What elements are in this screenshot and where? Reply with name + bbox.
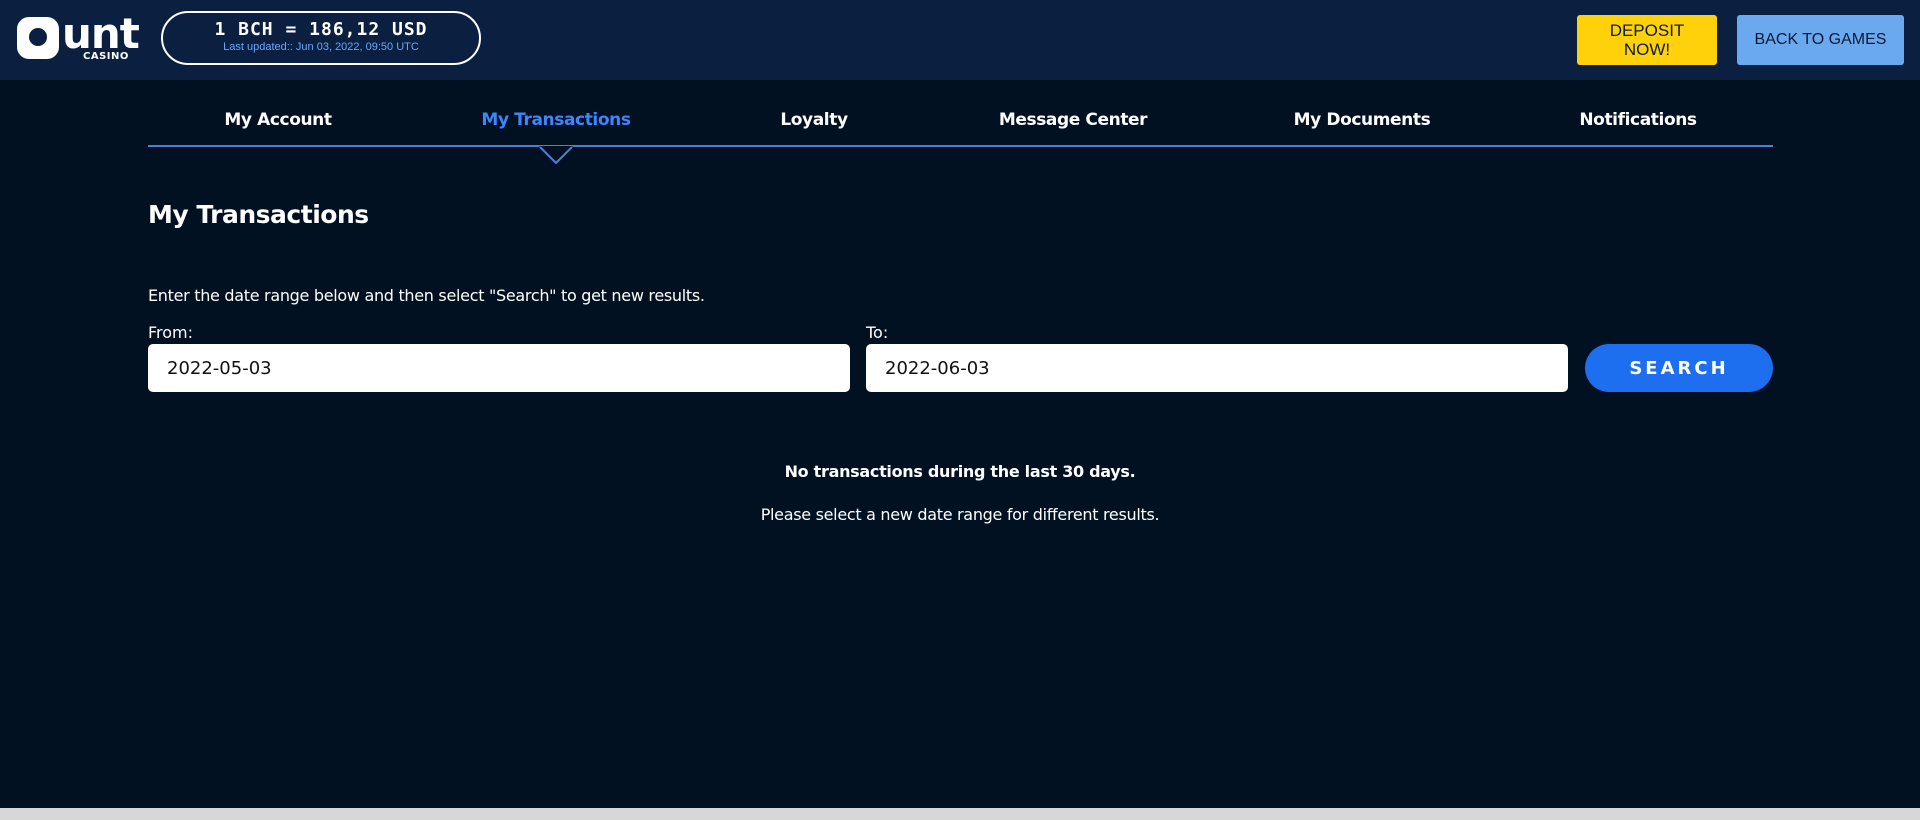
tab-message-center[interactable]: Message Center <box>999 110 1148 130</box>
active-tab-caret-icon <box>539 146 573 164</box>
date-range-instructions: Enter the date range below and then sele… <box>148 286 705 305</box>
exchange-rate-badge: 1 BCH = 186,12 USD Last updated:: Jun 03… <box>161 11 481 65</box>
tab-notifications[interactable]: Notifications <box>1579 110 1697 130</box>
logo-p-mark <box>17 17 59 59</box>
deposit-now-button[interactable]: DEPOSIT NOW! <box>1577 15 1717 65</box>
punt-casino-logo[interactable]: unt CASINO <box>17 9 145 65</box>
tab-loyalty[interactable]: Loyalty <box>780 110 848 130</box>
deposit-label-line1: DEPOSIT <box>1609 21 1685 40</box>
tab-underline <box>148 145 1773 147</box>
empty-state-subtitle: Please select a new date range for diffe… <box>760 505 1160 524</box>
search-button[interactable]: SEARCH <box>1585 344 1773 392</box>
tab-my-transactions[interactable]: My Transactions <box>481 110 631 130</box>
tab-my-account[interactable]: My Account <box>224 110 332 130</box>
top-bar: unt CASINO 1 BCH = 186,12 USD Last updat… <box>0 0 1920 80</box>
account-tabs: My Account My Transactions Loyalty Messa… <box>148 106 1773 146</box>
exchange-rate-text: 1 BCH = 186,12 USD <box>214 19 428 40</box>
logo-subtext: CASINO <box>83 51 129 62</box>
back-to-games-button[interactable]: BACK TO GAMES <box>1737 15 1904 65</box>
empty-state-title: No transactions during the last 30 days. <box>784 462 1136 481</box>
to-date-label: To: <box>866 323 889 342</box>
deposit-label-line2: NOW! <box>1623 40 1671 59</box>
from-date-input[interactable] <box>148 344 850 392</box>
from-date-label: From: <box>148 323 194 342</box>
exchange-rate-updated: Last updated:: Jun 03, 2022, 09:50 UTC <box>223 41 419 53</box>
account-page: unt CASINO 1 BCH = 186,12 USD Last updat… <box>0 0 1920 808</box>
tab-my-documents[interactable]: My Documents <box>1294 110 1431 130</box>
page-title: My Transactions <box>148 200 369 229</box>
to-date-input[interactable] <box>866 344 1568 392</box>
